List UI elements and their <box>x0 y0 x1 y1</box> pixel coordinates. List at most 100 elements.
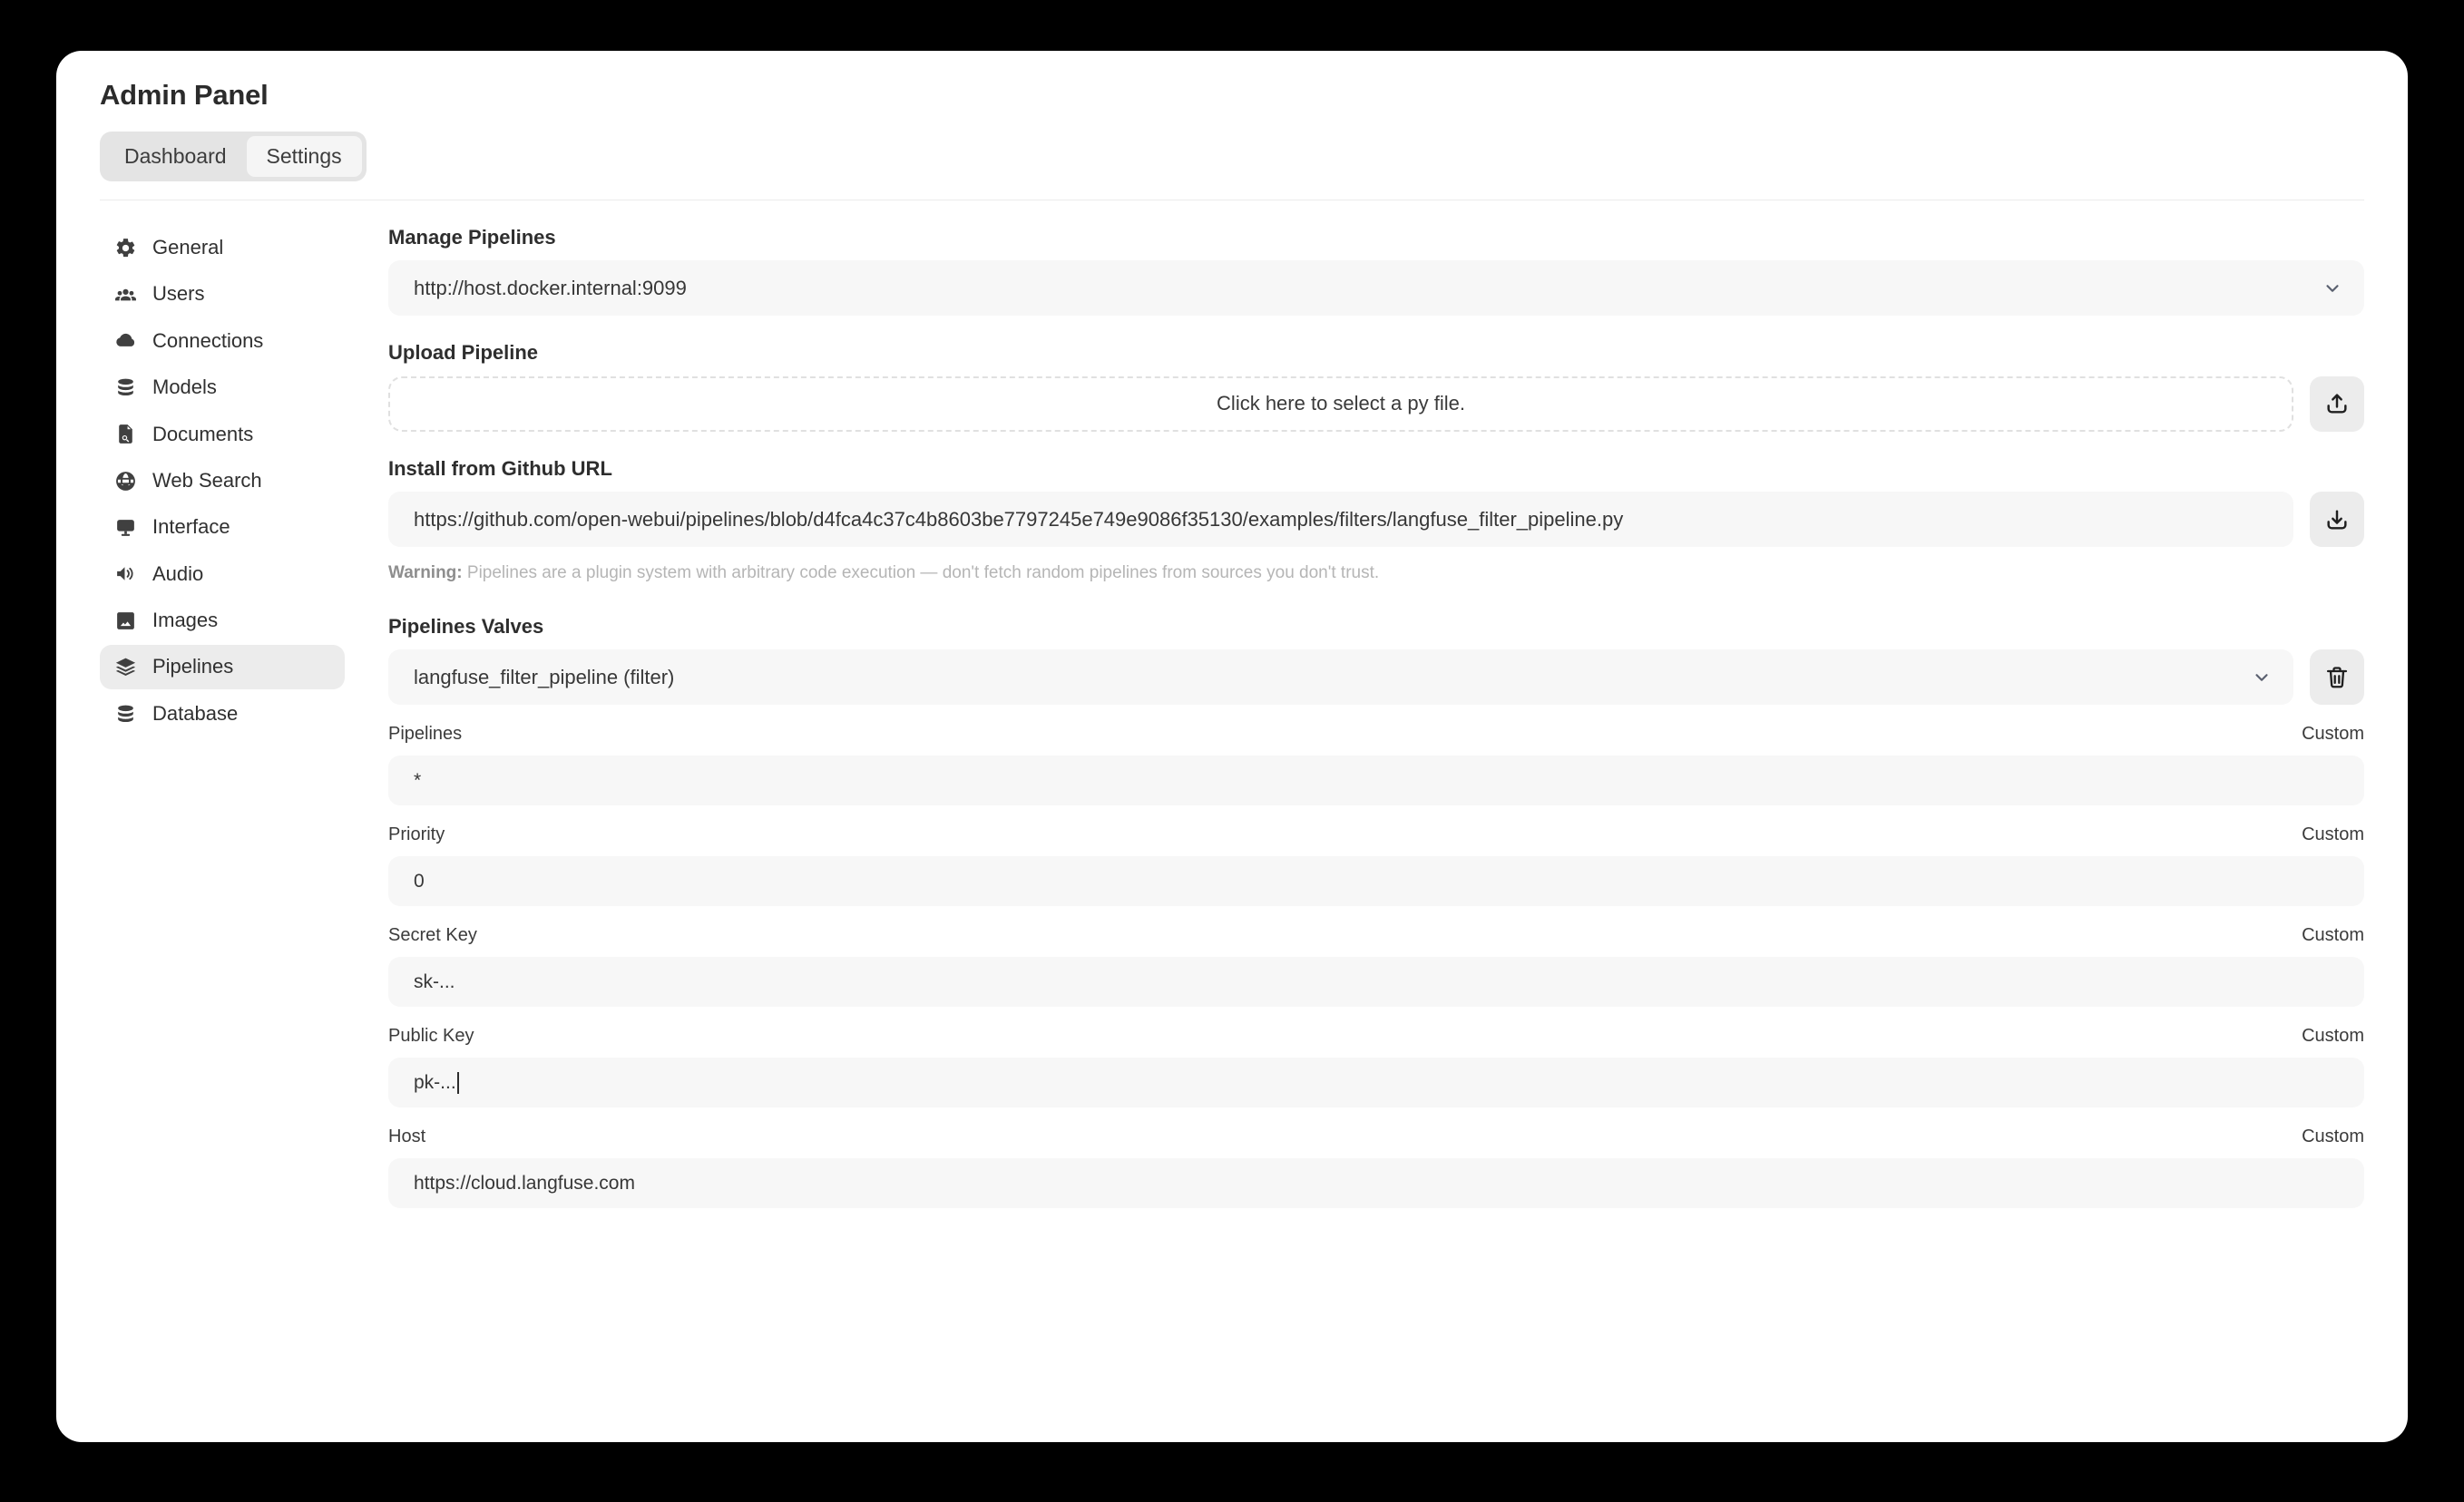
valve-label: Priority <box>388 824 445 845</box>
sidebar-item-documents[interactable]: Documents <box>100 413 345 456</box>
valve-value: https://cloud.langfuse.com <box>414 1172 635 1194</box>
valve-input[interactable]: * <box>388 756 2364 806</box>
valve-custom-toggle[interactable]: Custom <box>2302 1025 2364 1047</box>
sidebar-item-label: Interface <box>152 515 230 539</box>
sidebar-item-label: Users <box>152 282 205 306</box>
admin-panel-modal: Admin Panel Dashboard Settings General U… <box>56 51 2408 1442</box>
globe-icon <box>114 470 137 493</box>
pipelines-settings-panel: Manage Pipelines http://host.docker.inte… <box>345 200 2408 1209</box>
valve-row: Host Custom https://cloud.langfuse.com <box>388 1126 2364 1209</box>
valve-row: Public Key Custom pk-... <box>388 1025 2364 1108</box>
github-url-value: https://github.com/open-webui/pipelines/… <box>414 507 1624 531</box>
sidebar-item-database[interactable]: Database <box>100 692 345 736</box>
pipeline-file-dropzone[interactable]: Click here to select a py file. <box>388 376 2293 432</box>
valves-pipeline-row: langfuse_filter_pipeline (filter) <box>388 649 2364 706</box>
sidebar-item-connections[interactable]: Connections <box>100 319 345 363</box>
valve-input[interactable]: https://cloud.langfuse.com <box>388 1158 2364 1209</box>
valve-custom-toggle[interactable]: Custom <box>2302 824 2364 845</box>
valve-input[interactable]: sk-... <box>388 957 2364 1008</box>
valve-custom-toggle[interactable]: Custom <box>2302 723 2364 745</box>
cloud-icon <box>114 329 137 352</box>
manage-pipelines-label: Manage Pipelines <box>388 225 556 249</box>
gear-icon <box>114 237 137 259</box>
upload-pipeline-row: Click here to select a py file. <box>388 376 2364 432</box>
sidebar-item-label: Connections <box>152 328 264 352</box>
valve-value: * <box>414 769 422 791</box>
valve-header: Pipelines Custom <box>388 723 2364 745</box>
sidebar-item-general[interactable]: General <box>100 226 345 269</box>
manage-pipelines-value: http://host.docker.internal:9099 <box>414 276 687 299</box>
valve-input[interactable]: 0 <box>388 856 2364 907</box>
sidebar-item-audio[interactable]: Audio <box>100 552 345 596</box>
speaker-icon <box>114 562 137 585</box>
settings-sidebar: General Users Connections Models Documen… <box>100 200 345 1208</box>
pipelines-warning-text: Warning: Pipelines are a plugin system w… <box>388 561 2364 585</box>
install-github-label: Install from Github URL <box>388 456 612 480</box>
valve-custom-toggle[interactable]: Custom <box>2302 1126 2364 1147</box>
pipelines-valves-label: Pipelines Valves <box>388 614 544 638</box>
warning-body: Pipelines are a plugin system with arbit… <box>462 563 1380 583</box>
valve-value: 0 <box>414 870 425 892</box>
upload-pipeline-button[interactable] <box>2310 376 2364 432</box>
valve-label: Host <box>388 1126 426 1147</box>
sidebar-item-web-search[interactable]: Web Search <box>100 459 345 502</box>
trash-icon <box>2324 665 2350 690</box>
tab-dashboard[interactable]: Dashboard <box>104 136 247 177</box>
github-url-input[interactable]: https://github.com/open-webui/pipelines/… <box>388 492 2293 548</box>
valve-row: Secret Key Custom sk-... <box>388 924 2364 1008</box>
valve-custom-toggle[interactable]: Custom <box>2302 924 2364 946</box>
tab-group: Dashboard Settings <box>100 132 367 181</box>
valve-header: Priority Custom <box>388 824 2364 845</box>
valve-value: sk-... <box>414 970 455 992</box>
valves-pipeline-select[interactable]: langfuse_filter_pipeline (filter) <box>388 649 2293 706</box>
sidebar-item-label: Images <box>152 609 219 632</box>
valve-value: pk-... <box>414 1071 456 1093</box>
sidebar-item-label: Models <box>152 376 217 399</box>
sidebar-item-interface[interactable]: Interface <box>100 505 345 549</box>
page-title: Admin Panel <box>100 79 269 111</box>
sidebar-item-label: Web Search <box>152 468 262 492</box>
stack-db-icon <box>114 376 137 399</box>
valve-header: Host Custom <box>388 1126 2364 1147</box>
warning-prefix: Warning: <box>388 563 463 583</box>
monitor-icon <box>114 516 137 539</box>
sidebar-item-pipelines[interactable]: Pipelines <box>100 645 345 689</box>
valve-header: Secret Key Custom <box>388 924 2364 946</box>
sidebar-item-images[interactable]: Images <box>100 599 345 642</box>
text-cursor <box>456 1071 459 1094</box>
panel-header: Admin Panel Dashboard Settings <box>56 51 2408 200</box>
valves-pipeline-value: langfuse_filter_pipeline (filter) <box>414 665 675 688</box>
chevron-down-icon <box>2322 278 2342 298</box>
manage-pipelines-select[interactable]: http://host.docker.internal:9099 <box>388 260 2364 317</box>
layers-icon <box>114 656 137 678</box>
sidebar-item-label: General <box>152 235 224 258</box>
valve-input-focused[interactable]: pk-... <box>388 1058 2364 1108</box>
panel-body: General Users Connections Models Documen… <box>56 200 2408 1209</box>
sidebar-item-label: Pipelines <box>152 655 234 678</box>
valve-label: Pipelines <box>388 724 463 745</box>
sidebar-item-label: Documents <box>152 422 254 445</box>
sidebar-item-models[interactable]: Models <box>100 366 345 409</box>
users-icon <box>114 283 137 306</box>
chevron-down-icon <box>2252 668 2272 688</box>
valve-row: Pipelines Custom * <box>388 723 2364 806</box>
sidebar-item-label: Audio <box>152 561 204 585</box>
delete-pipeline-button[interactable] <box>2310 649 2364 706</box>
tab-settings[interactable]: Settings <box>246 136 362 177</box>
download-icon <box>2324 507 2350 532</box>
install-github-button[interactable] <box>2310 492 2364 548</box>
database-icon <box>114 703 137 726</box>
image-icon <box>114 610 137 632</box>
valve-row: Priority Custom 0 <box>388 824 2364 907</box>
upload-pipeline-label: Upload Pipeline <box>388 341 539 365</box>
sidebar-item-users[interactable]: Users <box>100 272 345 316</box>
valve-header: Public Key Custom <box>388 1025 2364 1047</box>
valve-label: Public Key <box>388 1026 474 1047</box>
